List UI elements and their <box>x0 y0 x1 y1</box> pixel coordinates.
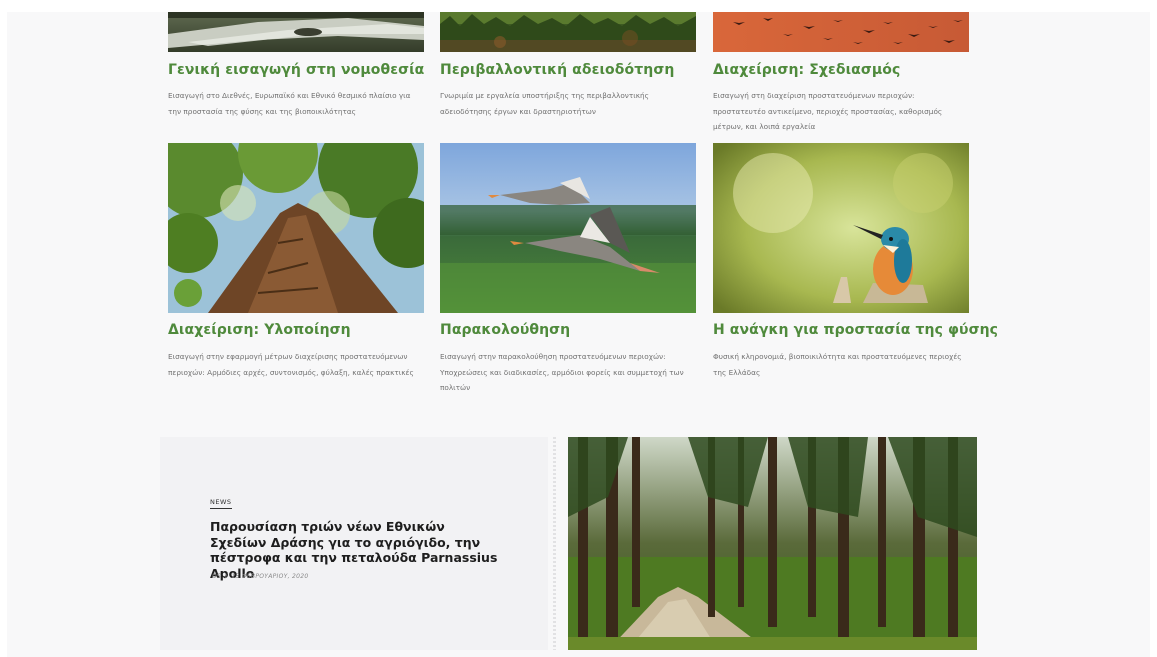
course-image-birds-sunset[interactable] <box>713 12 969 52</box>
news-image-forest-path[interactable] <box>568 437 977 650</box>
course-title[interactable]: Περιβαλλοντική αδειοδότηση <box>440 62 710 78</box>
course-description: Φυσική κληρονομιά, βιοποικιλότητα και πρ… <box>713 352 962 377</box>
course-description: Εισαγωγή στο Διεθνές, Ευρωπαϊκό και Εθνι… <box>168 91 411 116</box>
news-title[interactable]: Παρουσίαση τριών νέων Εθνικών Σχεδίων Δρ… <box>210 519 500 581</box>
course-image-forest[interactable] <box>440 12 696 52</box>
course-image-river[interactable] <box>168 12 424 52</box>
news-author[interactable]: DS <box>212 573 221 580</box>
course-title[interactable]: Η ανάγκη για προστασία της φύσης <box>713 322 998 338</box>
news-meta: DS /13 ΦΕΒΡΟΥΑΡΙΟΥ, 2020 <box>212 573 309 580</box>
course-description: Εισαγωγή στην παρακολούθηση προστατευόμε… <box>440 352 684 392</box>
course-image-kingfisher[interactable] <box>713 143 969 313</box>
news-date: 13 ΦΕΒΡΟΥΑΡΙΟΥ, 2020 <box>231 573 309 580</box>
page-background: Γενική εισαγωγή στη νομοθεσία Εισαγωγή σ… <box>7 12 1150 657</box>
course-title[interactable]: Παρακολούθηση <box>440 322 710 338</box>
course-image-geese[interactable] <box>440 143 696 313</box>
course-description: Εισαγωγή στη διαχείριση προστατευόμενων … <box>713 91 943 131</box>
news-divider <box>553 437 556 650</box>
course-description: Εισαγωγή στην εφαρμογή μέτρων διαχείριση… <box>168 352 414 377</box>
news-card[interactable]: NEWS Παρουσίαση τριών νέων Εθνικών Σχεδί… <box>160 437 548 650</box>
course-description: Γνωριμία με εργαλεία υποστήριξης της περ… <box>440 91 649 116</box>
course-image-tree-trunk[interactable] <box>168 143 424 313</box>
news-badge[interactable]: NEWS <box>210 498 232 509</box>
news-meta-separator: / <box>225 573 228 580</box>
course-title[interactable]: Διαχείριση: Σχεδιασμός <box>713 62 983 78</box>
course-title[interactable]: Διαχείριση: Υλοποίηση <box>168 322 438 338</box>
course-title[interactable]: Γενική εισαγωγή στη νομοθεσία <box>168 62 438 78</box>
